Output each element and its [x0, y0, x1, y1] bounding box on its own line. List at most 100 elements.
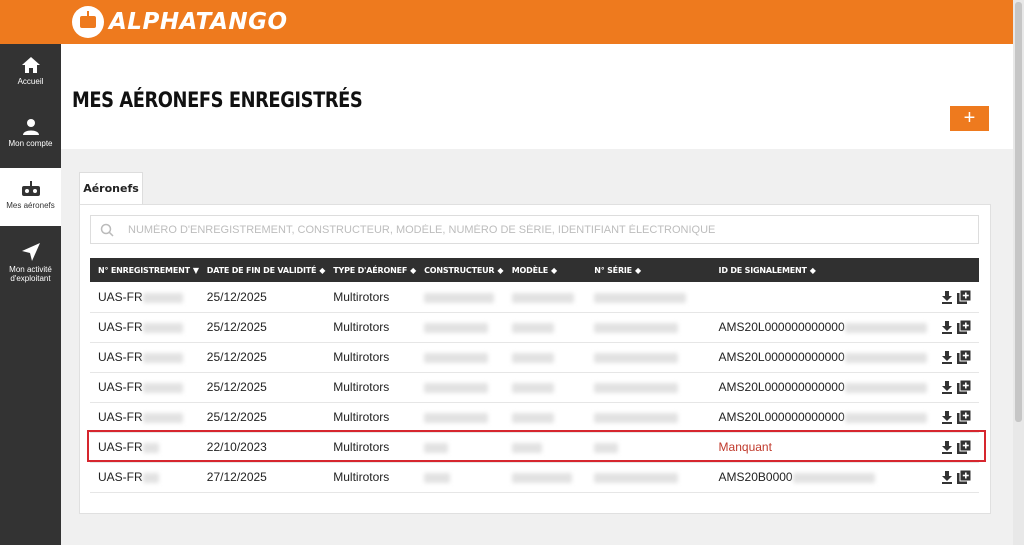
download-icon[interactable] [941, 380, 953, 394]
add-document-icon[interactable] [957, 320, 971, 335]
redacted-text [511, 412, 554, 423]
cell-registration: UAS-FR [90, 312, 199, 343]
signal-id: AMS20L000000000000 [718, 350, 845, 364]
cell-manufacturer [416, 342, 504, 373]
redacted-text [594, 412, 679, 423]
cell-serial [586, 462, 711, 493]
col-header-serial[interactable]: N° SÉRIE ◆ [586, 258, 711, 282]
table-row[interactable]: UAS-FR 25/12/2025 Multirotors AMS20L0000000… [90, 312, 979, 343]
sort-icon[interactable]: ◆ [410, 266, 416, 275]
cell-actions [927, 402, 979, 433]
tab-aeronefs[interactable]: Aéronefs [79, 172, 143, 205]
col-header-validity[interactable]: DATE DE FIN DE VALIDITÉ ◆ [198, 258, 325, 282]
download-icon[interactable] [941, 410, 953, 424]
table-row[interactable]: UAS-FR 22/10/2023 Multirotors Manquant [90, 432, 979, 463]
redacted-text [424, 382, 489, 393]
cell-model [503, 342, 587, 373]
search-bar[interactable] [90, 215, 979, 244]
download-icon[interactable] [941, 290, 953, 304]
sort-icon[interactable]: ◆ [497, 266, 503, 275]
cell-serial [586, 342, 711, 373]
cell-type: Multirotors [325, 402, 417, 433]
cell-signal-id: AMS20L000000000000 [710, 312, 928, 343]
cell-validity: 25/12/2025 [198, 402, 326, 433]
scrollbar-thumb[interactable] [1015, 2, 1022, 422]
download-icon[interactable] [941, 440, 953, 454]
redacted-text [142, 472, 159, 483]
redacted-text [511, 442, 542, 453]
redacted-text [511, 382, 554, 393]
cell-type: Multirotors [325, 372, 417, 403]
redacted-text [844, 382, 927, 393]
redacted-text [424, 472, 451, 483]
redacted-text [594, 322, 679, 333]
signal-id: AMS20L000000000000 [718, 410, 845, 424]
drone-icon [21, 181, 40, 196]
cell-registration: UAS-FR [90, 402, 199, 433]
add-document-icon[interactable] [957, 470, 971, 485]
table-row[interactable]: UAS-FR 25/12/2025 Multirotors AMS20L0000000… [90, 342, 979, 373]
col-header-model[interactable]: MODÈLE ◆ [503, 258, 587, 282]
table-row[interactable]: UAS-FR 25/12/2025 Multirotors AMS20L0000000… [90, 372, 979, 403]
page-scrollbar[interactable] [1013, 0, 1024, 545]
redacted-text [594, 472, 679, 483]
redacted-text [511, 472, 572, 483]
cell-signal-id: AMS20L000000000000 [710, 372, 928, 403]
sidebar-item-accueil[interactable]: Accueil [0, 44, 61, 102]
aircraft-panel: N° ENREGISTREMENT▼ DATE DE FIN DE VALIDI… [79, 204, 991, 514]
sidebar-item-label: Mes aéronefs [6, 201, 55, 210]
add-document-icon[interactable] [957, 290, 971, 305]
redacted-text [424, 322, 489, 333]
cell-manufacturer [416, 282, 504, 313]
table-row[interactable]: UAS-FR 25/12/2025 Multirotors [90, 282, 979, 313]
cell-validity: 25/12/2025 [198, 312, 326, 343]
missing-signal-id: Manquant [718, 440, 772, 454]
download-icon[interactable] [941, 470, 953, 484]
cell-serial [586, 402, 711, 433]
sidebar-item-mes-aeronefs[interactable]: Mes aéronefs [0, 168, 61, 226]
add-document-icon[interactable] [957, 350, 971, 365]
col-header-type[interactable]: TYPE D'AÉRONEF ◆ [325, 258, 416, 282]
cell-model [503, 372, 587, 403]
cell-signal-id: AMS20L000000000000 [710, 342, 928, 373]
redacted-text [844, 412, 927, 423]
sort-desc-icon[interactable]: ▼ [193, 266, 199, 275]
cell-actions [927, 312, 979, 343]
sidebar: Accueil Mon compte Mes aéronefs Mon acti… [0, 44, 61, 545]
col-header-registration[interactable]: N° ENREGISTREMENT ▼ [90, 258, 199, 282]
cell-serial [586, 312, 711, 343]
col-header-manufacturer[interactable]: CONSTRUCTEUR ◆ [416, 258, 504, 282]
sidebar-item-label: Accueil [17, 77, 44, 86]
search-input[interactable] [128, 223, 968, 236]
table-header-row: N° ENREGISTREMENT ▼ DATE DE FIN DE VALIDI… [90, 258, 979, 282]
cell-signal-id: AMS20B0000 [710, 462, 928, 493]
redacted-text [792, 472, 875, 483]
col-header-signal-id[interactable]: ID DE SIGNALEMENT ◆ [710, 258, 928, 282]
logo[interactable]: ALPHATANGO [72, 5, 288, 39]
send-icon [21, 243, 40, 261]
add-document-icon[interactable] [957, 440, 971, 455]
sort-icon[interactable]: ◆ [319, 266, 325, 275]
col-header-actions [927, 258, 979, 282]
add-document-icon[interactable] [957, 380, 971, 395]
sidebar-item-mon-compte[interactable]: Mon compte [0, 106, 61, 164]
table-row[interactable]: UAS-FR 27/12/2025 Multirotors AMS20B0000 [90, 462, 979, 493]
sort-icon[interactable]: ◆ [635, 266, 641, 275]
redacted-text [594, 352, 679, 363]
download-icon[interactable] [941, 350, 953, 364]
sort-icon[interactable]: ◆ [551, 266, 557, 275]
signal-id: AMS20L000000000000 [718, 380, 845, 394]
user-icon [22, 119, 39, 135]
add-aircraft-button[interactable]: + [950, 106, 989, 131]
table-row[interactable]: UAS-FR 25/12/2025 Multirotors AMS20L0000000… [90, 402, 979, 433]
download-icon[interactable] [941, 320, 953, 334]
add-document-icon[interactable] [957, 410, 971, 425]
redacted-text [424, 442, 449, 453]
cell-manufacturer [416, 462, 504, 493]
cell-actions [927, 432, 979, 463]
cell-signal-id: Manquant [710, 432, 928, 463]
cell-type: Multirotors [325, 342, 417, 373]
sidebar-item-activite[interactable]: Mon activité d'exploitant [0, 230, 61, 298]
cell-manufacturer [416, 312, 504, 343]
sort-icon[interactable]: ◆ [810, 266, 816, 275]
